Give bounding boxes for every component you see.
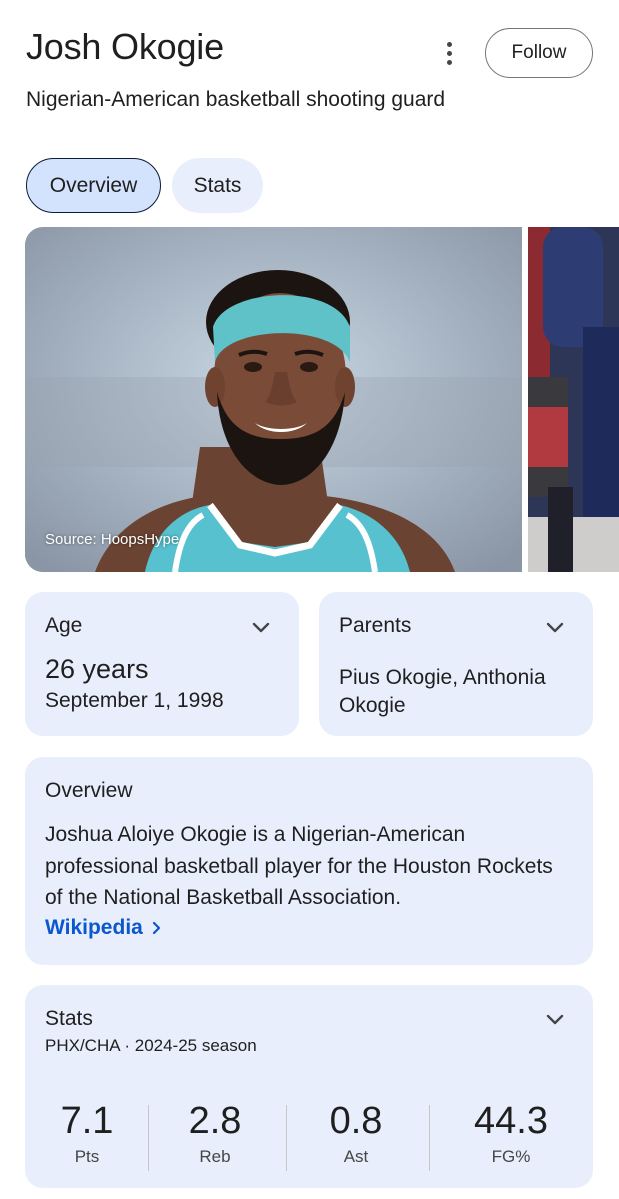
stat-value: 2.8 <box>188 1100 242 1142</box>
tab-overview[interactable]: Overview <box>26 158 161 213</box>
stat-value: 7.1 <box>60 1100 114 1142</box>
stat-divider <box>148 1105 149 1171</box>
parents-card[interactable]: Parents Pius Okogie, Anthonia Okogie <box>319 592 593 736</box>
follow-button[interactable]: Follow <box>485 28 593 78</box>
player-photo[interactable] <box>25 227 522 572</box>
stat-value: 0.8 <box>329 1100 383 1142</box>
more-options-icon[interactable] <box>436 38 462 68</box>
stat-rebounds: 2.8 Reb <box>175 1101 255 1167</box>
birth-date: September 1, 1998 <box>45 689 224 712</box>
stats-card[interactable]: Stats PHX/CHA · 2024-25 season 7.1 Pts 2… <box>25 985 593 1188</box>
parents-value: Pius Okogie, Anthonia Okogie <box>339 666 546 717</box>
stats-season-label: PHX/CHA · 2024-25 season <box>45 1036 257 1055</box>
chevron-right-icon <box>152 921 160 935</box>
stat-label: FG% <box>491 1147 531 1166</box>
player-portrait-illustration <box>25 227 522 572</box>
stat-points: 7.1 Pts <box>47 1101 127 1167</box>
stat-label: Pts <box>74 1147 100 1166</box>
stat-assists: 0.8 Ast <box>316 1101 396 1167</box>
overview-description: Joshua Aloiye Okogie is a Nigerian-Ameri… <box>45 823 553 909</box>
player-name-title: Josh Okogie <box>26 26 224 67</box>
image-source-label: Source: HoopsHype <box>45 531 180 548</box>
wikipedia-link[interactable]: Wikipedia <box>45 916 163 940</box>
stat-divider <box>429 1105 430 1171</box>
stat-field-goal-pct: 44.3 FG% <box>455 1101 567 1167</box>
parents-label: Parents <box>339 614 412 637</box>
overview-card: Overview Joshua Aloiye Okogie is a Niger… <box>25 757 593 965</box>
player-description: Nigerian-American basketball shooting gu… <box>26 88 446 111</box>
chevron-down-icon[interactable] <box>544 616 566 638</box>
age-value: 26 years <box>45 654 149 684</box>
stat-divider <box>286 1105 287 1171</box>
stat-label: Ast <box>343 1147 369 1166</box>
tab-stats[interactable]: Stats <box>172 158 263 213</box>
overview-label: Overview <box>45 779 133 802</box>
chevron-down-icon[interactable] <box>544 1008 566 1030</box>
stat-value: 44.3 <box>474 1100 548 1142</box>
game-action-illustration <box>528 227 619 572</box>
stats-label: Stats <box>45 1007 93 1030</box>
stat-label: Reb <box>199 1147 231 1166</box>
wikipedia-link-label: Wikipedia <box>45 916 143 939</box>
age-card[interactable]: Age 26 years September 1, 1998 <box>25 592 299 736</box>
age-label: Age <box>45 614 83 637</box>
secondary-photo[interactable] <box>528 227 619 572</box>
chevron-down-icon[interactable] <box>250 616 272 638</box>
